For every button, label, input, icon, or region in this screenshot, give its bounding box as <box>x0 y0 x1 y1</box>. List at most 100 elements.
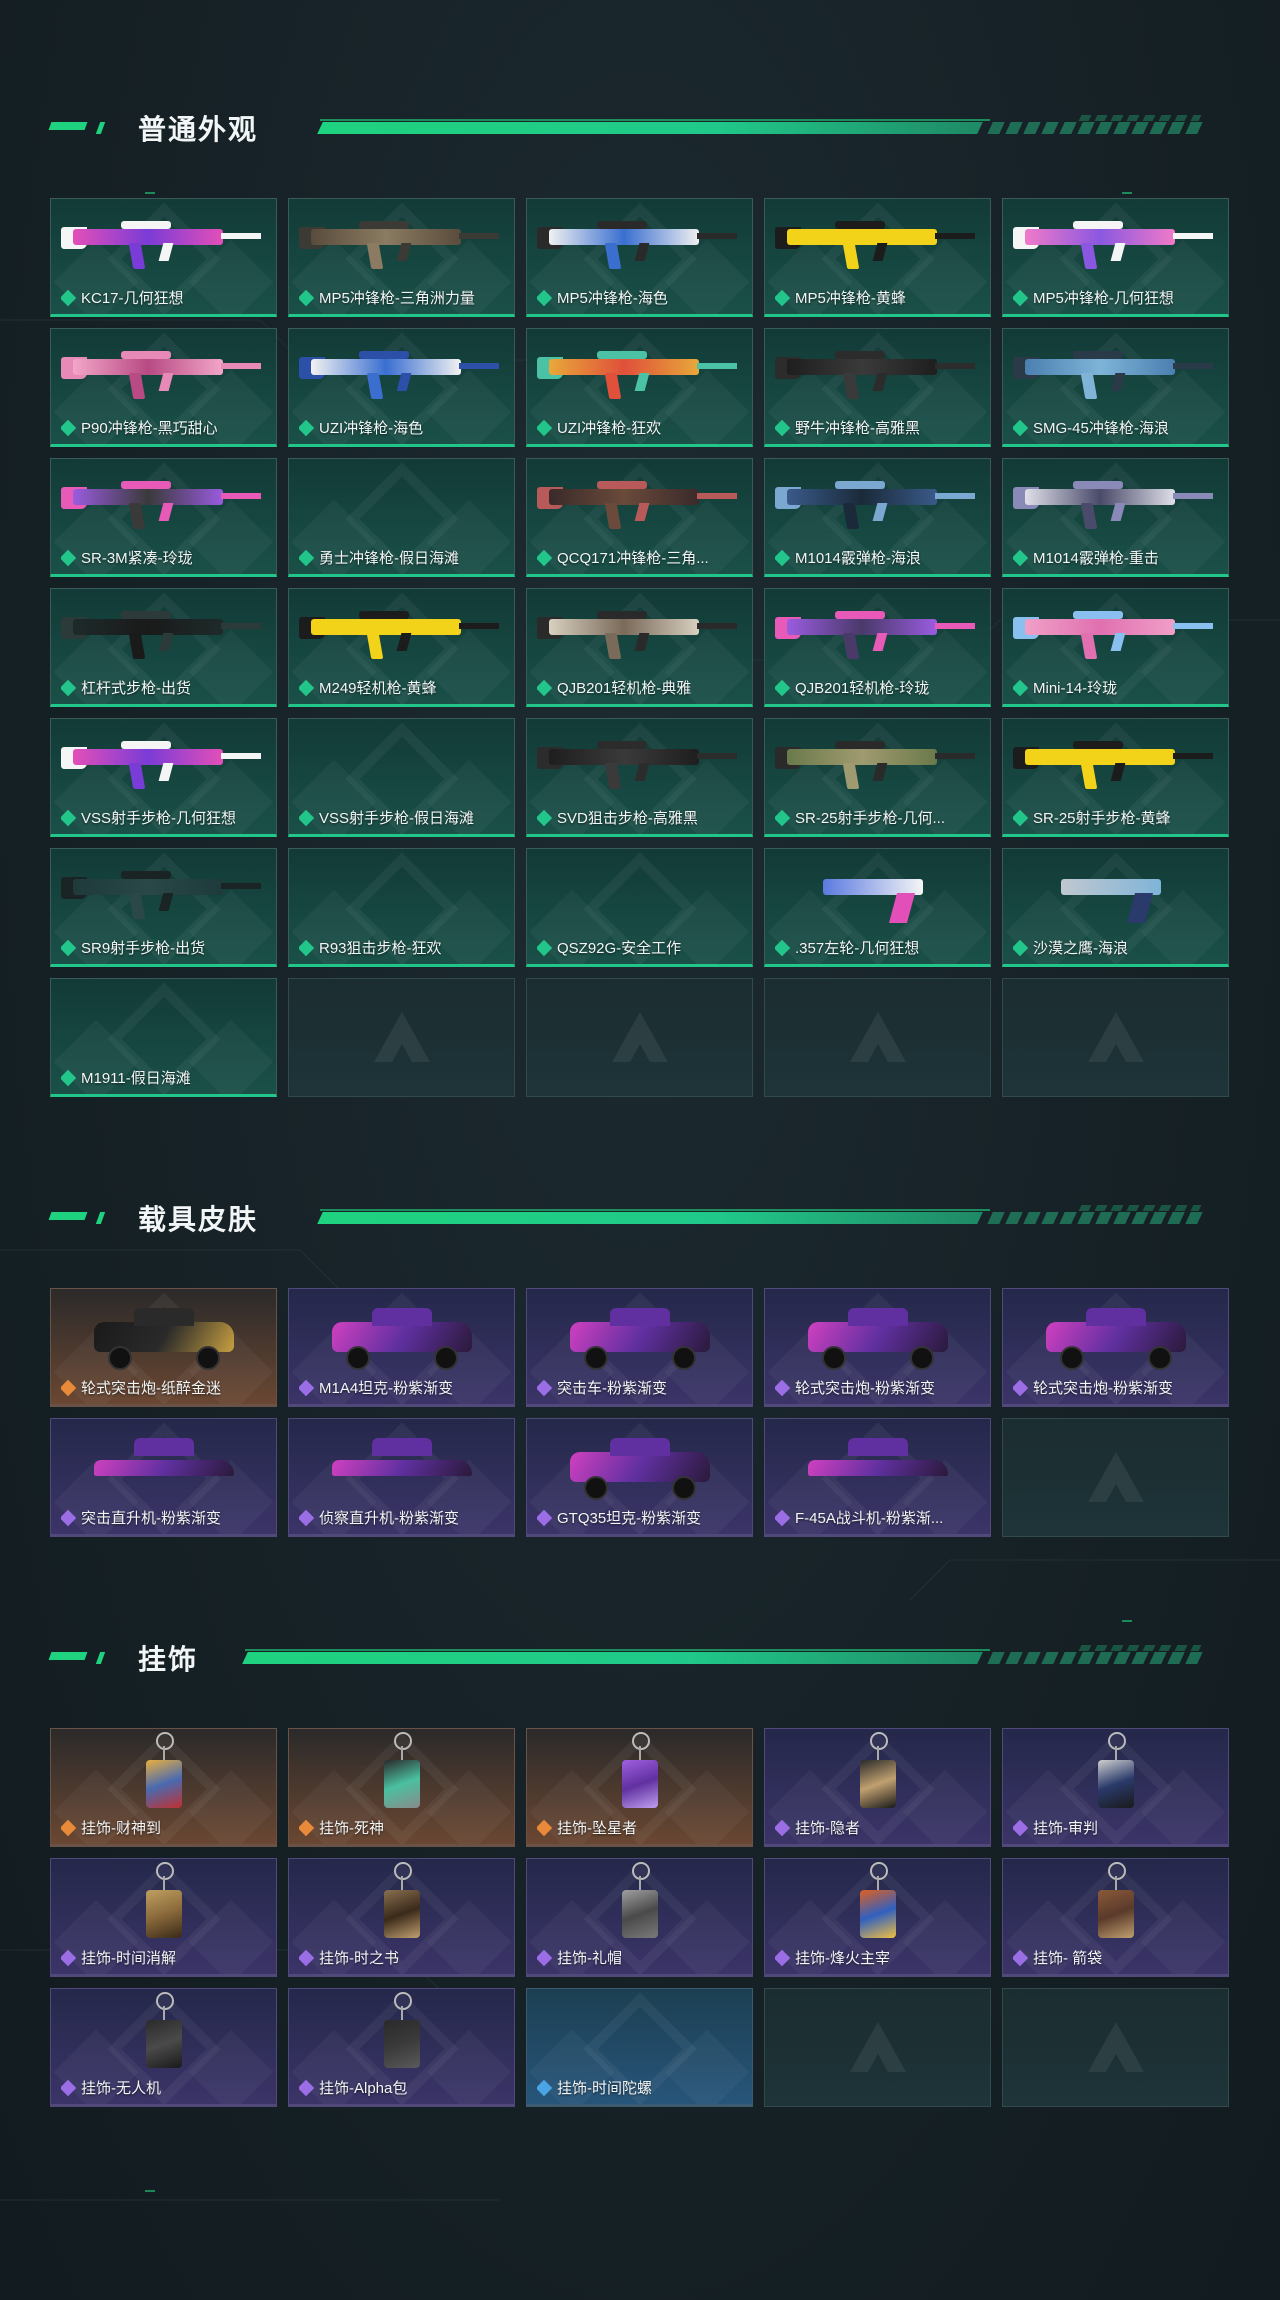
item-name: M249轻机枪-黄蜂 <box>319 680 437 697</box>
item-card[interactable]: 挂饰-时间陀螺 <box>526 1988 753 2107</box>
item-label: KC17-几何狂想 <box>61 287 268 308</box>
item-card[interactable]: SR-25射手步枪-几何... <box>764 718 991 837</box>
item-card[interactable]: 轮式突击炮-纸醉金迷 <box>50 1288 277 1407</box>
rarity-diamond-icon <box>299 1509 315 1526</box>
charm-icon <box>610 1732 670 1818</box>
charm-icon <box>134 1992 194 2078</box>
item-card[interactable]: M1014霰弹枪-重击 <box>1002 458 1229 577</box>
item-name: MP5冲锋枪-三角洲力量 <box>319 290 475 307</box>
rarity-diamond-icon <box>299 1949 315 1966</box>
weapon-icon <box>61 345 266 405</box>
item-name: 沙漠之鹰-海浪 <box>1033 940 1128 957</box>
header-accent <box>48 1652 88 1660</box>
item-card[interactable]: 勇士冲锋枪-假日海滩 <box>288 458 515 577</box>
charm-icon <box>610 1862 670 1948</box>
weapon-icon <box>1013 215 1218 275</box>
item-card[interactable]: MP5冲锋枪-海色 <box>526 198 753 317</box>
item-image <box>537 335 742 415</box>
item-card[interactable]: 突击车-粉紫渐变 <box>526 1288 753 1407</box>
item-card[interactable]: M1014霰弹枪-海浪 <box>764 458 991 577</box>
item-image <box>299 1295 504 1375</box>
item-card[interactable]: 挂饰-坠星者 <box>526 1728 753 1847</box>
item-card[interactable]: 挂饰-死神 <box>288 1728 515 1847</box>
item-card[interactable]: 突击直升机-粉紫渐变 <box>50 1418 277 1537</box>
item-card[interactable]: F-45A战斗机-粉紫渐... <box>764 1418 991 1537</box>
item-card[interactable]: .357左轮-几何狂想 <box>764 848 991 967</box>
item-card[interactable]: SR-25射手步枪-黄蜂 <box>1002 718 1229 837</box>
item-card[interactable]: 轮式突击炮-粉紫渐变 <box>1002 1288 1229 1407</box>
rarity-diamond-icon <box>1013 419 1029 436</box>
item-card[interactable]: QJB201轻机枪-玲珑 <box>764 588 991 707</box>
item-card[interactable]: P90冲锋枪-黑巧甜心 <box>50 328 277 447</box>
item-label: 挂饰-隐者 <box>775 1817 982 1838</box>
placeholder-logo-icon <box>849 2021 906 2072</box>
item-card[interactable]: 挂饰-无人机 <box>50 1988 277 2107</box>
item-card[interactable]: 杠杆式步枪-出货 <box>50 588 277 707</box>
item-card[interactable]: 侦察直升机-粉紫渐变 <box>288 1418 515 1537</box>
item-name: Mini-14-玲珑 <box>1033 680 1118 697</box>
item-name: M1911-假日海滩 <box>81 1070 191 1087</box>
item-card[interactable]: SMG-45冲锋枪-海浪 <box>1002 328 1229 447</box>
item-card[interactable]: 挂饰-审判 <box>1002 1728 1229 1847</box>
item-card[interactable]: Mini-14-玲珑 <box>1002 588 1229 707</box>
item-card[interactable]: 挂饰-隐者 <box>764 1728 991 1847</box>
item-card[interactable]: GTQ35坦克-粉紫渐变 <box>526 1418 753 1537</box>
item-card[interactable]: SR9射手步枪-出货 <box>50 848 277 967</box>
item-name: MP5冲锋枪-黄蜂 <box>795 290 906 307</box>
item-card[interactable]: 沙漠之鹰-海浪 <box>1002 848 1229 967</box>
item-image <box>537 595 742 675</box>
item-card[interactable]: SVD狙击步枪-高雅黑 <box>526 718 753 837</box>
item-card[interactable]: KC17-几何狂想 <box>50 198 277 317</box>
item-card[interactable]: QCQ171冲锋枪-三角... <box>526 458 753 577</box>
item-card[interactable]: 挂饰-Alpha包 <box>288 1988 515 2107</box>
rarity-diamond-icon <box>61 1509 77 1526</box>
item-label: R93狙击步枪-狂欢 <box>299 937 506 958</box>
item-label: 挂饰-死神 <box>299 1817 506 1838</box>
item-card[interactable]: MP5冲锋枪-黄蜂 <box>764 198 991 317</box>
item-name: 野牛冲锋枪-高雅黑 <box>795 420 920 437</box>
item-name: UZI冲锋枪-海色 <box>319 420 424 437</box>
placeholder-logo-icon <box>849 1011 906 1062</box>
item-card[interactable]: VSS射手步枪-几何狂想 <box>50 718 277 837</box>
weapon-icon <box>1013 345 1218 405</box>
item-card[interactable]: UZI冲锋枪-狂欢 <box>526 328 753 447</box>
item-card[interactable]: UZI冲锋枪-海色 <box>288 328 515 447</box>
item-image <box>61 1862 266 1945</box>
rarity-diamond-icon <box>775 809 791 826</box>
item-card[interactable]: VSS射手步枪-假日海滩 <box>288 718 515 837</box>
empty-slot <box>764 978 991 1097</box>
item-image <box>299 1425 504 1505</box>
charm-icon <box>372 1732 432 1818</box>
placeholder-logo-icon <box>373 1011 430 1062</box>
item-card[interactable]: 挂饰-礼帽 <box>526 1858 753 1977</box>
item-name: 挂饰-审判 <box>1033 1820 1098 1837</box>
item-name: 突击车-粉紫渐变 <box>557 1380 667 1397</box>
rarity-diamond-icon <box>1013 1379 1029 1396</box>
item-card[interactable]: SR-3M紧凑-玲珑 <box>50 458 277 577</box>
item-card[interactable]: QSZ92G-安全工作 <box>526 848 753 967</box>
item-card[interactable]: 野牛冲锋枪-高雅黑 <box>764 328 991 447</box>
item-name: 挂饰-Alpha包 <box>319 2080 408 2097</box>
item-image <box>537 1732 742 1818</box>
item-card[interactable]: R93狙击步枪-狂欢 <box>288 848 515 967</box>
empty-slot <box>1002 1988 1229 2107</box>
rarity-diamond-icon <box>61 1069 77 1086</box>
item-card[interactable]: 挂饰-时间消解 <box>50 1858 277 1977</box>
item-card[interactable]: 挂饰-时之书 <box>288 1858 515 1977</box>
item-card[interactable]: 挂饰-烽火主宰 <box>764 1858 991 1977</box>
item-card[interactable]: 挂饰- 箭袋 <box>1002 1858 1229 1977</box>
item-label: Mini-14-玲珑 <box>1013 677 1220 698</box>
item-card[interactable]: 挂饰-财神到 <box>50 1728 277 1847</box>
item-card[interactable]: QJB201轻机枪-典雅 <box>526 588 753 707</box>
item-card[interactable]: MP5冲锋枪-三角洲力量 <box>288 198 515 317</box>
charm-icon <box>1086 1732 1146 1818</box>
item-card[interactable]: 轮式突击炮-粉紫渐变 <box>764 1288 991 1407</box>
item-image <box>299 205 504 285</box>
item-card[interactable]: MP5冲锋枪-几何狂想 <box>1002 198 1229 317</box>
item-card[interactable]: M249轻机枪-黄蜂 <box>288 588 515 707</box>
item-label: 侦察直升机-粉紫渐变 <box>299 1507 506 1528</box>
item-image <box>61 1732 266 1815</box>
item-card[interactable]: M1911-假日海滩 <box>50 978 277 1097</box>
rarity-diamond-icon <box>61 1819 77 1836</box>
item-card[interactable]: M1A4坦克-粉紫渐变 <box>288 1288 515 1407</box>
